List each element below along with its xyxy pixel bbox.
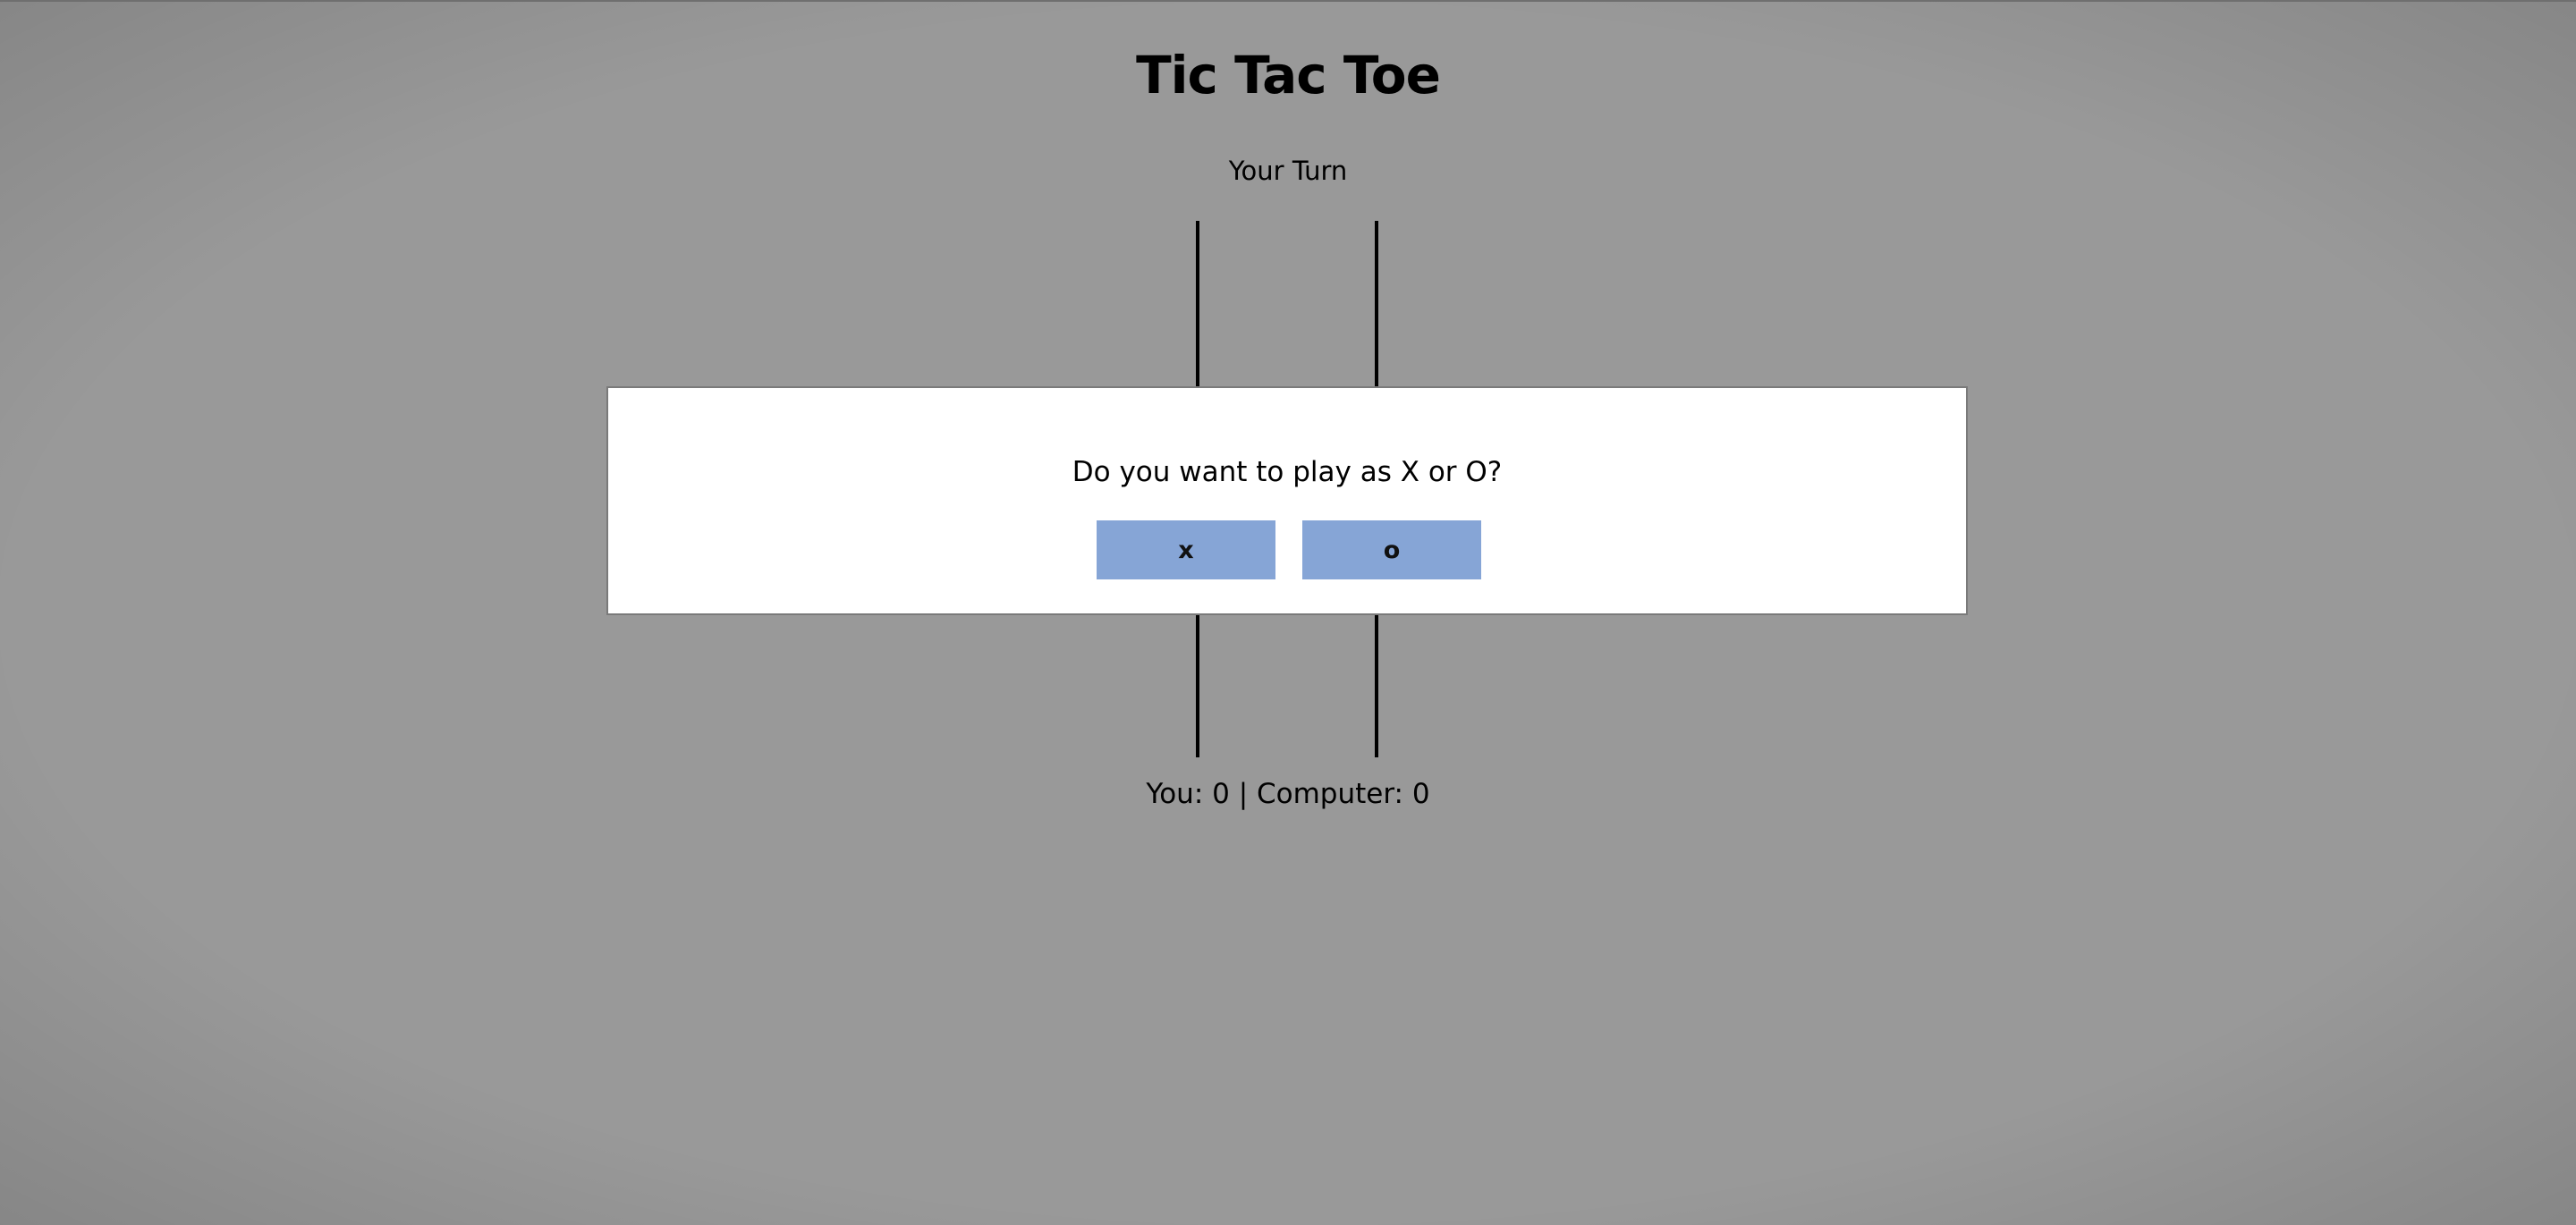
board-cell-top-right[interactable] [1378,221,1554,396]
board-cell-top-center[interactable] [1199,221,1375,396]
score-display: You: 0 | Computer: 0 [1146,778,1430,810]
page-title: Tic Tac Toe [1136,45,1441,106]
turn-status: Your Turn [1228,156,1348,186]
play-as-x-button[interactable]: x [1097,520,1275,579]
board-cell-top-left[interactable] [1020,221,1195,396]
choose-symbol-dialog: Do you want to play as X or O? x o [606,386,1968,615]
play-as-o-button[interactable]: o [1302,520,1481,579]
dialog-question: Do you want to play as X or O? [1072,456,1503,488]
